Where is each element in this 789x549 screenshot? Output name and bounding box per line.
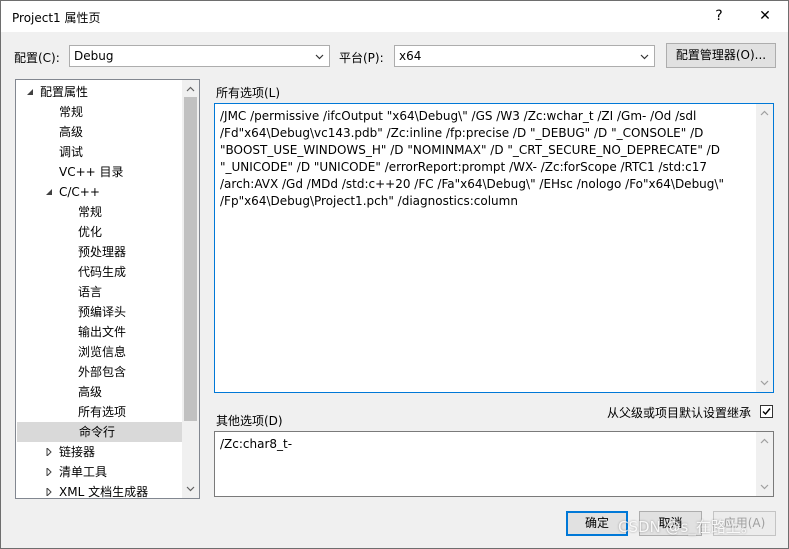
tree-item[interactable]: 清单工具 [16,462,182,482]
tree-item[interactable]: 链接器 [16,442,182,462]
properties-dialog: Project1 属性页 ? ✕ 配置(C): Debug 平台(P): x64… [0,0,789,549]
all-options-line: /arch:AVX /Gd /MDd /std:c++20 /FC /Fa"x6… [220,177,724,191]
tree-item-label: 常规 [59,105,84,119]
tree-item[interactable]: 命令行 [17,422,182,442]
tree-item-label: 预编译头 [78,305,127,319]
tree-item-label: VC++ 目录 [59,165,124,179]
other-options-text: /Zc:char8_t- [220,437,293,451]
tree-item-label: 预处理器 [78,245,127,259]
tree-item-label: 高级 [59,125,84,139]
title-bar: Project1 属性页 ? ✕ [1,1,788,32]
help-button[interactable]: ? [696,1,742,32]
all-options-textarea[interactable]: /JMC /permissive /ifcOutput "x64\Debug\"… [214,103,774,393]
config-label: 配置(C): [14,51,60,65]
tree-item[interactable]: 高级 [16,122,182,142]
all-options-scrollbar[interactable] [756,104,773,392]
collapsed-arrow-icon[interactable] [45,468,53,476]
expanded-arrow-icon[interactable] [45,188,53,196]
tree-scrollbar[interactable] [182,80,199,498]
tree-item[interactable]: 常规 [16,202,182,222]
tree-item[interactable]: 常规 [16,102,182,122]
tree-item-label: 所有选项 [78,405,127,419]
scroll-down-icon[interactable] [760,482,769,491]
close-icon: ✕ [759,8,771,24]
tree-item[interactable]: 高级 [16,382,182,402]
tree-item[interactable]: 语言 [16,282,182,302]
tree-item[interactable]: XML 文档生成器 [16,482,182,499]
all-options-line: /JMC /permissive /ifcOutput "x64\Debug\"… [220,109,697,123]
tree-item-label: 语言 [78,285,103,299]
tree-item-label: 浏览信息 [78,345,127,359]
scroll-down-icon[interactable] [760,378,769,387]
tree-item-label: 配置属性 [40,85,89,99]
tree-item-label: C/C++ [59,185,100,199]
tree-item-label: 高级 [78,385,103,399]
tree-item[interactable]: 输出文件 [16,322,182,342]
platform-select[interactable]: x64 [394,45,655,67]
tree-item[interactable]: C/C++ [16,182,182,202]
tree-item-label: 常规 [78,205,103,219]
scroll-down-icon[interactable] [186,484,195,493]
tree-item[interactable]: VC++ 目录 [16,162,182,182]
other-options-label: 其他选项(D) [216,414,283,428]
all-options-text: /JMC /permissive /ifcOutput "x64\Debug\"… [220,108,751,210]
tree-item-label: 代码生成 [78,265,127,279]
scroll-up-icon[interactable] [760,109,769,118]
all-options-line: /Fp"x64\Debug\Project1.pch" /diagnostics… [220,194,518,208]
close-button[interactable]: ✕ [742,1,788,32]
tree-item[interactable]: 所有选项 [16,402,182,422]
expanded-arrow-icon[interactable] [26,88,34,96]
config-select[interactable]: Debug [69,45,330,67]
property-tree: XML 文档生成器 清单工具 链接器 命令行 所有选项 高级 外部包含 浏览信息 输出文件 预编译… [15,79,200,499]
tree-item[interactable]: 外部包含 [16,362,182,382]
platform-select-value: x64 [399,49,422,63]
tree-item[interactable]: 代码生成 [16,262,182,282]
chevron-down-icon [315,54,324,60]
config-select-value: Debug [74,49,114,63]
tree-item[interactable]: 配置属性 [16,82,182,102]
tree-item-label: 优化 [78,225,103,239]
tree-item-label: 链接器 [59,445,96,459]
collapsed-arrow-icon[interactable] [45,448,53,456]
other-options-textarea[interactable]: /Zc:char8_t- [214,431,774,497]
watermark-text: CSDN @s_在路上。 [618,518,756,536]
inherit-checkbox[interactable] [760,405,773,418]
window-title: Project1 属性页 [12,11,101,25]
inherit-label: 从父级或项目默认设置继承 [607,406,752,420]
config-manager-button[interactable]: 配置管理器(O)... [666,43,776,68]
scroll-up-icon[interactable] [186,85,195,94]
all-options-line: "BOOST_USE_WINDOWS_H" /D "NOMINMAX" /D "… [220,143,720,157]
chevron-down-icon [640,54,649,60]
tree-item[interactable]: 优化 [16,222,182,242]
tree-item-label: 调试 [59,145,84,159]
all-options-line: /Fd"x64\Debug\vc143.pdb" /Zc:inline /fp:… [220,126,704,140]
tree-item-label: XML 文档生成器 [59,485,149,499]
tree-item-label: 外部包含 [78,365,127,379]
tree-item[interactable]: 调试 [16,142,182,162]
help-icon: ? [715,8,723,24]
tree-item-label: 命令行 [79,425,116,439]
tree-scroll-thumb[interactable] [184,97,197,421]
all-options-line: "_UNICODE" /D "UNICODE" /errorReport:pro… [220,160,708,174]
tree-item[interactable]: 预处理器 [16,242,182,262]
other-options-scrollbar[interactable] [756,432,773,496]
collapsed-arrow-icon[interactable] [45,488,53,496]
tree-item-label: 清单工具 [59,465,108,479]
all-options-label: 所有选项(L) [216,86,281,100]
platform-label: 平台(P): [339,51,384,65]
tree-item[interactable]: 浏览信息 [16,342,182,362]
tree-item[interactable]: 预编译头 [16,302,182,322]
checkmark-icon [762,408,771,416]
scroll-up-icon[interactable] [760,437,769,446]
tree-item-label: 输出文件 [78,325,127,339]
